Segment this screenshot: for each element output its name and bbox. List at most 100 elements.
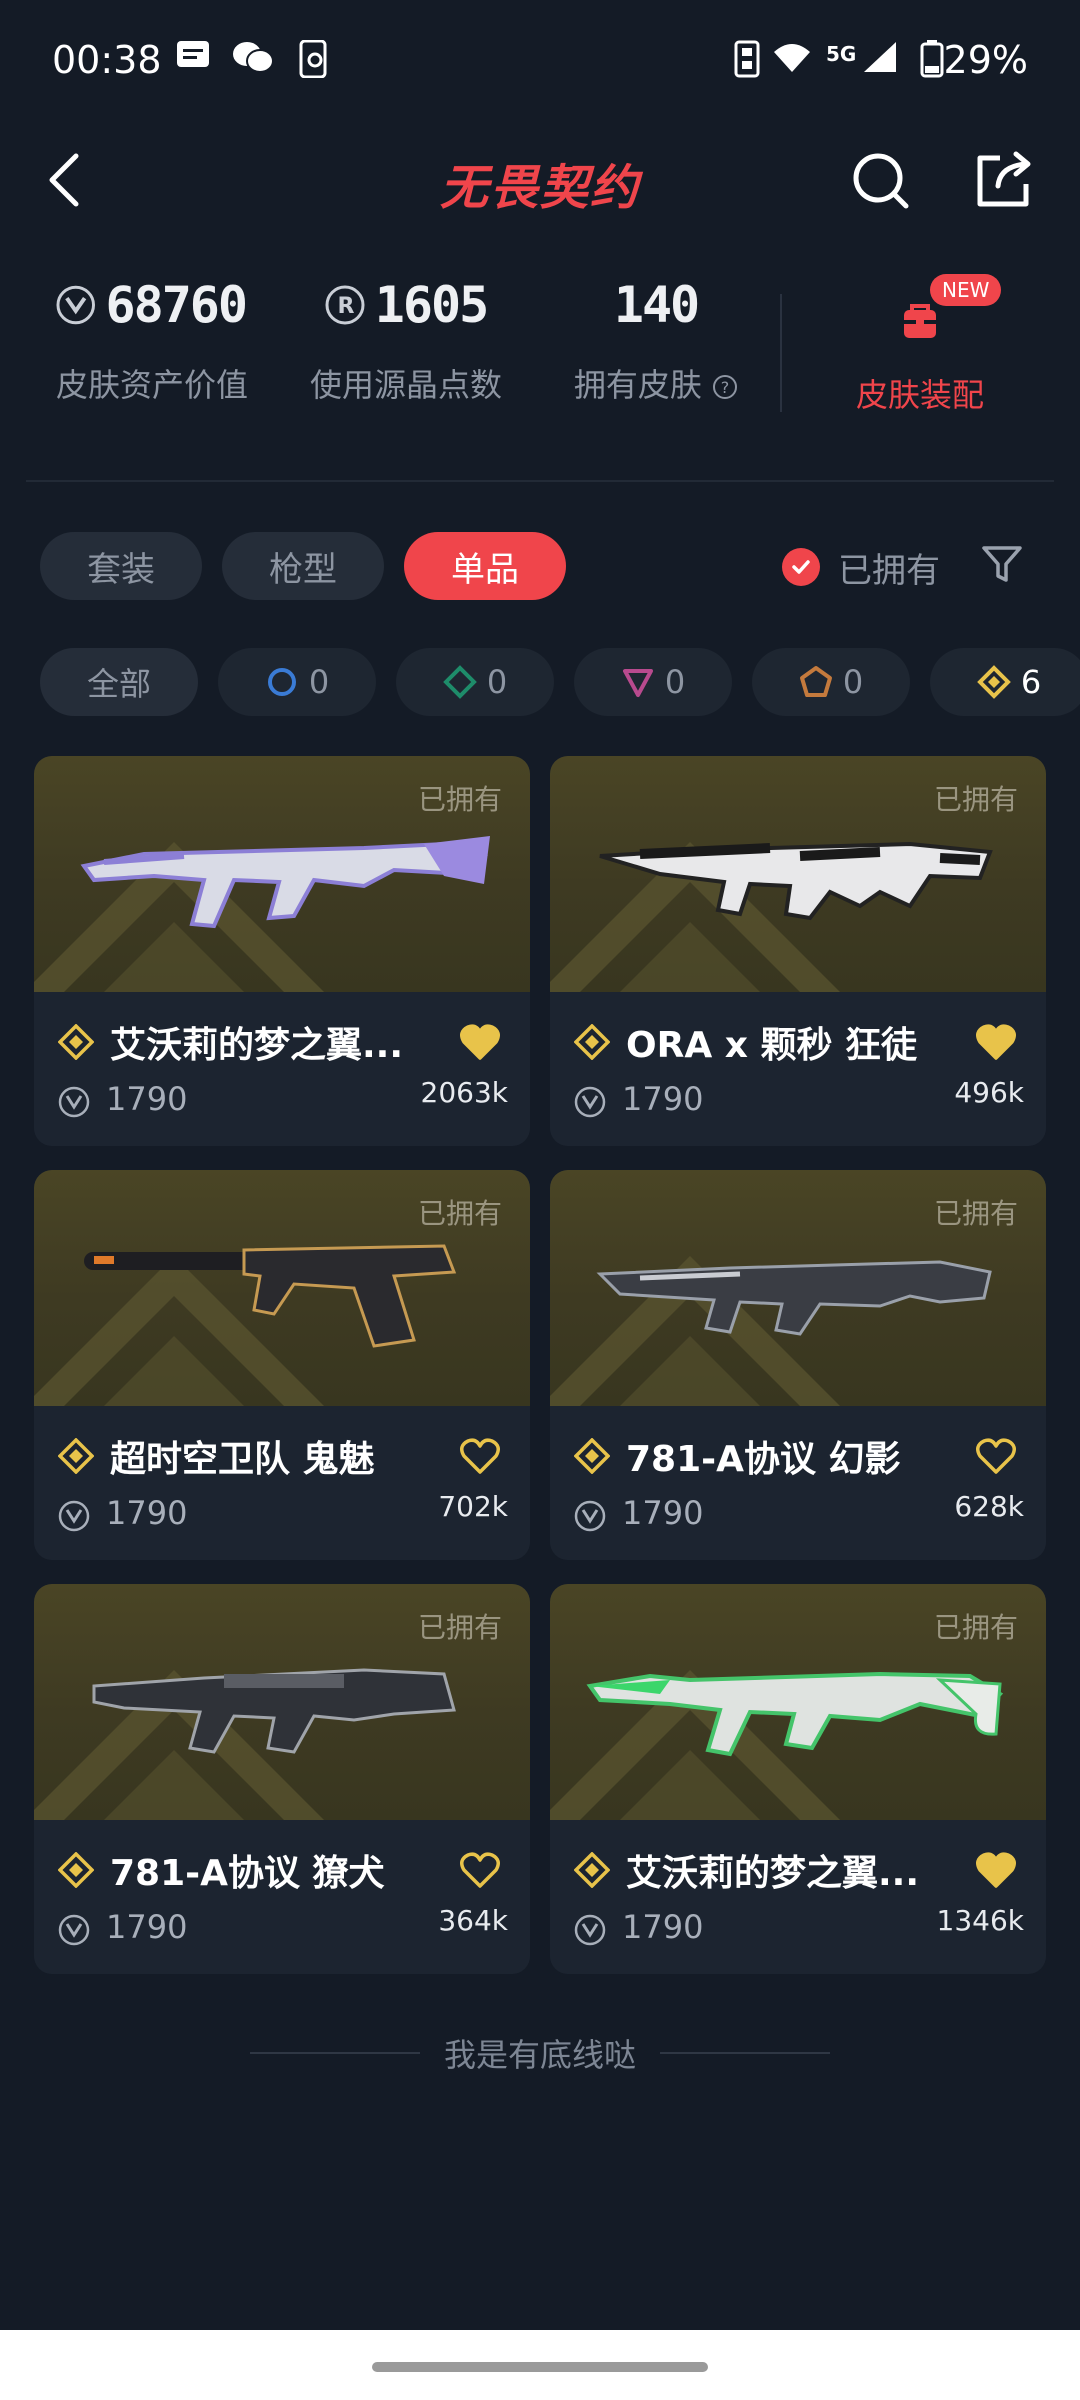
vp-coin-icon	[574, 1500, 606, 1532]
skin-price: 1790	[106, 1908, 188, 1946]
skin-image: 已拥有	[34, 756, 530, 992]
status-time: 00:38	[52, 38, 162, 82]
stat-owned-skins[interactable]: 140 拥有皮肤 ?	[566, 270, 746, 406]
owned-tag: 已拥有	[933, 783, 1018, 816]
ring-blue-icon	[267, 668, 296, 696]
chip-exclusive-tier[interactable]: 0	[752, 648, 910, 716]
heart-filled-icon[interactable]	[976, 1024, 1016, 1060]
end-of-list-text: 我是有底线哒	[443, 2036, 636, 2074]
owned-filter-toggle[interactable]: 已拥有	[782, 544, 940, 591]
skin-card-1[interactable]: 已拥有 艾沃莉的梦之翼... 1790 2063k	[34, 756, 530, 1146]
asset-value: 68760	[105, 276, 248, 334]
skin-name: 781-A协议 幻影	[626, 1439, 901, 1480]
skin-card-6[interactable]: 已拥有 艾沃莉的梦之翼... 1790 1346k	[550, 1584, 1046, 1974]
share-icon	[977, 151, 1031, 207]
skin-image: 已拥有	[34, 1170, 530, 1406]
loadout-label: 皮肤装配	[855, 376, 984, 414]
like-count: 496k	[954, 1076, 1024, 1109]
check-icon	[782, 548, 820, 586]
triangle-pink-icon	[622, 669, 653, 697]
ultra-tier-icon	[58, 1852, 94, 1888]
skin-card-2[interactable]: 已拥有 ORA x 颗秒 狂徒 1790 496k	[550, 756, 1046, 1146]
skin-image: 已拥有	[550, 1170, 1046, 1406]
vp-coin-icon	[58, 1914, 90, 1946]
stat-asset-value: 68760 皮肤资产价值	[56, 270, 249, 406]
skin-price: 1790	[106, 1080, 188, 1118]
divider-line	[660, 2052, 830, 2054]
share-button[interactable]	[972, 150, 1034, 212]
system-nav-bar	[0, 2330, 1080, 2400]
network-type: 5G	[826, 42, 857, 66]
wechat-icon	[232, 40, 274, 80]
skin-name: 781-A协议 獠犬	[110, 1853, 385, 1894]
skin-price: 1790	[106, 1494, 188, 1532]
svg-text:R: R	[337, 294, 354, 319]
skin-name: 艾沃莉的梦之翼...	[626, 1853, 920, 1894]
skin-card-4[interactable]: 已拥有 781-A协议 幻影 1790 628k	[550, 1170, 1046, 1560]
asset-value-label: 皮肤资产价值	[56, 366, 249, 404]
chip-deluxe-tier[interactable]: 0	[396, 648, 554, 716]
ultra-tier-icon	[574, 1024, 610, 1060]
like-count: 2063k	[420, 1076, 508, 1109]
owned-tag: 已拥有	[417, 1611, 502, 1644]
radianite-label: 使用源晶点数	[309, 366, 502, 404]
heart-filled-icon[interactable]	[976, 1852, 1016, 1888]
owned-tag: 已拥有	[933, 1611, 1018, 1644]
skin-image: 已拥有	[550, 756, 1046, 992]
tab-single-items[interactable]: 单品	[404, 532, 566, 600]
ultra-tier-icon	[574, 1852, 610, 1888]
heart-filled-icon[interactable]	[460, 1024, 500, 1060]
owned-tag: 已拥有	[417, 783, 502, 816]
chip-premium-tier[interactable]: 0	[574, 648, 732, 716]
weapon-icon	[84, 1244, 457, 1348]
owned-label: 拥有皮肤 ?	[566, 360, 746, 406]
weapon-icon	[80, 836, 490, 929]
skin-loadout-button[interactable]: NEW 皮肤装配	[820, 270, 1020, 416]
radianite-coin-icon: R	[325, 285, 365, 325]
skin-name: ORA x 颗秒 狂徒	[626, 1025, 918, 1066]
filter-button[interactable]	[980, 542, 1024, 586]
svg-text:?: ?	[721, 378, 730, 397]
ultra-tier-icon	[58, 1438, 94, 1474]
like-count: 364k	[438, 1904, 508, 1937]
skin-card-3[interactable]: 已拥有 超时空卫队 鬼魅 1790 702k	[34, 1170, 530, 1560]
skin-name: 超时空卫队 鬼魅	[110, 1439, 375, 1480]
chip-ultra-tier[interactable]: 6	[930, 648, 1080, 716]
heart-outline-icon[interactable]	[976, 1438, 1016, 1474]
vp-coin-icon	[58, 1086, 90, 1118]
owned-count: 140	[613, 276, 700, 334]
weapon-icon	[596, 1260, 992, 1336]
section-divider	[26, 480, 1054, 482]
skin-name: 艾沃莉的梦之翼...	[110, 1025, 404, 1066]
skin-image: 已拥有	[34, 1584, 530, 1820]
skin-image: 已拥有	[550, 1584, 1046, 1820]
vp-coin-icon	[574, 1086, 606, 1118]
diamond-gold-icon	[976, 665, 1011, 699]
pentagon-orange-icon	[799, 666, 832, 697]
signal-icon	[862, 40, 898, 80]
skin-card-5[interactable]: 已拥有 781-A协议 獠犬 1790 364k	[34, 1584, 530, 1974]
chip-select-tier[interactable]: 0	[218, 648, 376, 716]
filter-funnel-icon	[982, 546, 1022, 582]
battery-icon	[920, 40, 944, 84]
heart-outline-icon[interactable]	[460, 1438, 500, 1474]
help-icon: ?	[713, 375, 738, 399]
message-icon	[176, 40, 210, 76]
radianite-value: 1605	[374, 276, 489, 334]
status-bar: 00:38 5G 29%	[0, 0, 1080, 120]
backpack-icon	[904, 304, 936, 338]
weapon-icon	[586, 1671, 1004, 1757]
skin-price: 1790	[622, 1080, 704, 1118]
like-count: 702k	[438, 1490, 508, 1523]
home-indicator[interactable]	[372, 2362, 708, 2372]
weapon-icon	[599, 841, 993, 921]
heart-outline-icon[interactable]	[460, 1852, 500, 1888]
nfc-icon	[734, 40, 760, 84]
chip-all[interactable]: 全部	[40, 648, 198, 716]
tab-weapon-type[interactable]: 枪型	[222, 532, 384, 600]
owned-tag: 已拥有	[933, 1197, 1018, 1230]
tab-bundles[interactable]: 套装	[40, 532, 202, 600]
search-button[interactable]	[850, 150, 912, 212]
rarity-chips: 全部 0 0 0 0 6	[40, 648, 1080, 716]
owned-filter-label: 已拥有	[838, 550, 940, 591]
